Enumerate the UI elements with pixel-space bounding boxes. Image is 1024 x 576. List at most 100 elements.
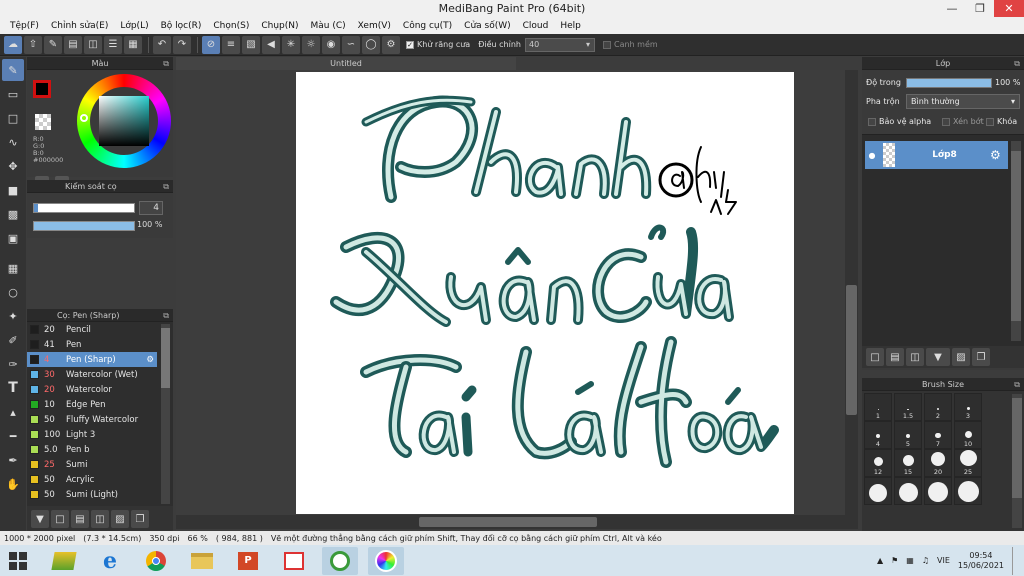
medibang-taskbar-icon[interactable] — [368, 546, 404, 575]
brush-size-scrollbar[interactable] — [1012, 394, 1022, 528]
powerpoint-icon[interactable]: P — [230, 547, 266, 575]
menu-item[interactable]: Công cụ(T) — [397, 21, 458, 31]
brush-size-cell[interactable]: 7 — [924, 421, 952, 449]
brush-size-cell[interactable]: 1 — [864, 393, 892, 421]
hue-wheel[interactable] — [77, 74, 171, 168]
vanish-snap-icon[interactable]: ◀ — [262, 35, 280, 54]
comment-icon[interactable]: ▤ — [64, 35, 82, 54]
hue-handle[interactable] — [80, 114, 88, 122]
brush-settings-icon[interactable]: ⚙ — [146, 355, 154, 365]
protect-alpha-toggle[interactable]: Bảo vệ alpha — [868, 117, 931, 126]
brush-size-cell[interactable]: 4 — [864, 421, 892, 449]
menu-item[interactable]: Help — [554, 21, 587, 31]
brush-tool-icon[interactable]: ✎ — [2, 59, 24, 81]
canvas-horizontal-scrollbar[interactable] — [176, 515, 858, 529]
blend-mode-select[interactable]: Bình thường ▾ — [906, 94, 1020, 109]
menu-item[interactable]: Màu (C) — [305, 21, 352, 31]
export-icon[interactable]: ⇧ — [24, 35, 42, 54]
brush-size-cell[interactable]: 15 — [894, 449, 922, 477]
canvas-vertical-scrollbar[interactable] — [845, 70, 858, 515]
brush-size-cell[interactable]: 3 — [954, 393, 982, 421]
drawing-paper[interactable] — [296, 72, 794, 514]
transparent-color-swatch[interactable] — [35, 114, 51, 130]
fill-tool-icon[interactable]: ▩ — [2, 203, 24, 225]
gradient-tool-icon[interactable]: ▣ — [2, 227, 24, 249]
brush-size-slider[interactable] — [33, 203, 135, 213]
menu-item[interactable]: Bộ lọc(R) — [155, 21, 208, 31]
internet-explorer-icon[interactable]: e — [92, 547, 128, 575]
brush-item[interactable]: 50 Acrylic — [27, 472, 157, 487]
shape-tool-icon[interactable]: ■ — [2, 179, 24, 201]
divide-tool-icon[interactable]: ━ — [2, 425, 24, 447]
layer-list-scrollbar[interactable] — [1011, 141, 1021, 341]
download-brush-icon[interactable]: ▼ — [31, 510, 49, 528]
brush-size-cell[interactable]: 12 — [864, 449, 892, 477]
panel-menu-icon[interactable]: ⧉ — [163, 180, 169, 193]
panel-menu-icon[interactable]: ⧉ — [1014, 378, 1020, 391]
soft-snap-toggle[interactable]: Canh mềm — [602, 40, 658, 49]
volume-icon[interactable]: ♫ — [922, 556, 929, 565]
brush-item[interactable]: 41 Pen — [27, 337, 157, 352]
brush-list-scrollbar[interactable] — [161, 324, 170, 504]
chrome-icon[interactable] — [138, 547, 174, 575]
redo-icon[interactable]: ↷ — [173, 35, 191, 54]
new-layer-icon[interactable]: □ — [866, 348, 884, 366]
delete-brush-icon[interactable]: ❐ — [131, 510, 149, 528]
brush-size-cell[interactable]: 5 — [894, 421, 922, 449]
chat-icon[interactable]: ✎ — [44, 35, 62, 54]
menu-item[interactable]: Chụp(N) — [255, 21, 304, 31]
select-tool-icon[interactable]: ▦ — [2, 257, 24, 279]
menu-item[interactable]: Lớp(L) — [114, 21, 154, 31]
magic-wand-icon[interactable]: ✦ — [2, 305, 24, 327]
brush-item[interactable]: 50 Sumi (Light) — [27, 487, 157, 502]
clipping-toggle[interactable]: Xén bớt — [942, 117, 984, 126]
bluestacks-icon[interactable] — [46, 547, 82, 575]
brush-size-cell[interactable]: 10 — [954, 421, 982, 449]
brush-item[interactable]: 25 Sumi — [27, 457, 157, 472]
flag-icon[interactable]: ⚑ — [891, 556, 898, 565]
new-brush-icon[interactable]: □ — [51, 510, 69, 528]
visibility-eye-icon[interactable]: ● — [865, 151, 879, 160]
file-explorer-icon[interactable] — [184, 547, 220, 575]
show-desktop-button[interactable] — [1012, 546, 1018, 575]
grid-icon[interactable]: ▦ — [124, 35, 142, 54]
signal-icon[interactable]: ▦ — [906, 556, 914, 565]
tray-arrow-icon[interactable]: ▲ — [877, 556, 883, 565]
hand-tool-icon[interactable]: ✋ — [2, 473, 24, 495]
lasso-tool-icon[interactable]: ○ — [2, 281, 24, 303]
eraser-tool-icon[interactable]: ▭ — [2, 83, 24, 105]
operation-tool-icon[interactable]: ▴ — [2, 401, 24, 423]
brush-opacity-slider[interactable] — [33, 221, 135, 231]
panel-menu-icon[interactable]: ⧉ — [163, 57, 169, 70]
canvas-tab[interactable]: Untitled — [176, 57, 516, 70]
concentric-icon[interactable]: ◉ — [322, 35, 340, 54]
text-tool-icon[interactable]: T — [2, 377, 24, 399]
restore-icon[interactable]: ❐ — [966, 0, 994, 17]
clock[interactable]: 09:54 15/06/2021 — [958, 551, 1004, 571]
radial-snap-icon[interactable]: ✳ — [282, 35, 300, 54]
brush-size-cell[interactable]: 2 — [924, 393, 952, 421]
add-brush-icon[interactable]: ▤ — [71, 510, 89, 528]
circle-snap-icon[interactable]: ◯ — [362, 35, 380, 54]
select-pen-icon[interactable]: ✐ — [2, 329, 24, 351]
menu-item[interactable]: Chọn(S) — [207, 21, 255, 31]
brush-item[interactable]: 5.0 Pen b — [27, 442, 157, 457]
duplicate-layer-icon[interactable]: ❐ — [972, 348, 990, 366]
new-halftone-layer-icon[interactable]: ▤ — [886, 348, 904, 366]
close-icon[interactable]: ✕ — [994, 0, 1024, 17]
foreground-color-swatch[interactable] — [33, 80, 51, 98]
list-icon[interactable]: ☰ — [104, 35, 122, 54]
select-eraser-icon[interactable]: ✑ — [2, 353, 24, 375]
minimize-icon[interactable]: — — [938, 0, 966, 17]
saturation-square[interactable] — [99, 96, 149, 146]
brush-size-cell[interactable]: 50 — [924, 477, 952, 505]
windows-start-icon[interactable] — [0, 547, 36, 575]
folder-icon[interactable]: ▨ — [952, 348, 970, 366]
panel-menu-icon[interactable]: ⧉ — [1014, 57, 1020, 70]
cloud-icon[interactable]: ☁ — [4, 35, 22, 54]
language-indicator[interactable]: VIE — [937, 556, 950, 565]
menu-item[interactable]: Xem(V) — [352, 21, 397, 31]
lock-toggle[interactable]: Khóa — [986, 117, 1017, 126]
menu-item[interactable]: Chỉnh sửa(E) — [45, 21, 114, 31]
brush-size-cell[interactable]: 20 — [924, 449, 952, 477]
